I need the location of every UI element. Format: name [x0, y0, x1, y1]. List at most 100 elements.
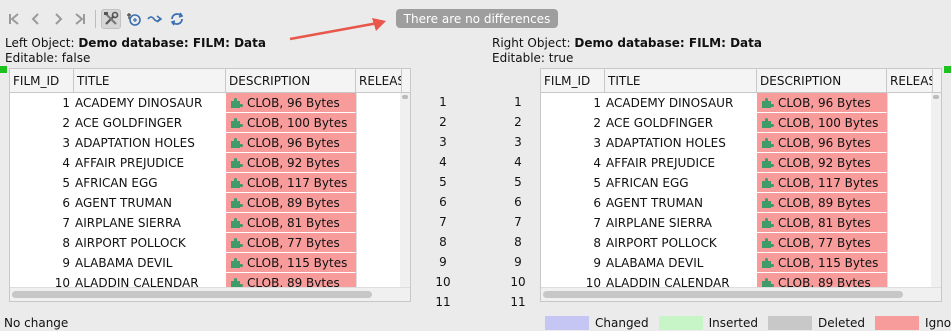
- table-row[interactable]: 10 ALADDIN CALENDAR CLOB, 89 Bytes: [10, 273, 410, 287]
- table-row[interactable]: 1 ACADEMY DINOSAUR CLOB, 96 Bytes: [10, 93, 410, 113]
- description-cell[interactable]: CLOB, 89 Bytes: [757, 193, 887, 213]
- column-header-description[interactable]: DESCRIPTION: [757, 69, 887, 92]
- film-id-cell[interactable]: 7: [10, 213, 74, 233]
- table-row[interactable]: 1 ACADEMY DINOSAUR CLOB, 96 Bytes: [541, 93, 941, 113]
- table-row[interactable]: 7 AIRPLANE SIERRA CLOB, 81 Bytes: [10, 213, 410, 233]
- title-cell[interactable]: AFRICAN EGG: [74, 173, 226, 193]
- film-id-cell[interactable]: 5: [541, 173, 605, 193]
- left-horizontal-scrollbar[interactable]: [10, 287, 410, 301]
- release-cell[interactable]: [887, 93, 933, 113]
- release-cell[interactable]: [356, 113, 402, 133]
- title-cell[interactable]: AIRPLANE SIERRA: [605, 213, 757, 233]
- title-cell[interactable]: ADAPTATION HOLES: [605, 133, 757, 153]
- title-cell[interactable]: AFRICAN EGG: [605, 173, 757, 193]
- description-cell[interactable]: CLOB, 100 Bytes: [757, 113, 887, 133]
- description-cell[interactable]: CLOB, 92 Bytes: [757, 153, 887, 173]
- film-id-cell[interactable]: 9: [541, 253, 605, 273]
- description-cell[interactable]: CLOB, 81 Bytes: [226, 213, 356, 233]
- release-cell[interactable]: [356, 153, 402, 173]
- column-header-film-id[interactable]: FILM_ID: [10, 69, 74, 92]
- first-difference-button[interactable]: [4, 9, 24, 29]
- table-row[interactable]: 4 AFFAIR PREJUDICE CLOB, 92 Bytes: [10, 153, 410, 173]
- description-cell[interactable]: CLOB, 115 Bytes: [757, 253, 887, 273]
- title-cell[interactable]: AIRPLANE SIERRA: [74, 213, 226, 233]
- release-cell[interactable]: [887, 253, 933, 273]
- title-cell[interactable]: AGENT TRUMAN: [74, 193, 226, 213]
- release-cell[interactable]: [887, 193, 933, 213]
- left-data-grid[interactable]: FILM_ID TITLE DESCRIPTION RELEAS 1 ACADEM…: [9, 68, 411, 302]
- title-cell[interactable]: AFFAIR PREJUDICE: [74, 153, 226, 173]
- description-cell[interactable]: CLOB, 115 Bytes: [226, 253, 356, 273]
- title-cell[interactable]: ACADEMY DINOSAUR: [74, 93, 226, 113]
- title-cell[interactable]: AIRPORT POLLOCK: [605, 233, 757, 253]
- description-cell[interactable]: CLOB, 77 Bytes: [757, 233, 887, 253]
- film-id-cell[interactable]: 10: [10, 273, 74, 287]
- title-cell[interactable]: ALABAMA DEVIL: [605, 253, 757, 273]
- description-cell[interactable]: CLOB, 89 Bytes: [226, 273, 356, 287]
- column-header-title[interactable]: TITLE: [74, 69, 226, 92]
- film-id-cell[interactable]: 7: [541, 213, 605, 233]
- film-id-cell[interactable]: 9: [10, 253, 74, 273]
- description-cell[interactable]: CLOB, 100 Bytes: [226, 113, 356, 133]
- table-row[interactable]: 3 ADAPTATION HOLES CLOB, 96 Bytes: [541, 133, 941, 153]
- release-cell[interactable]: [356, 193, 402, 213]
- title-cell[interactable]: ALADDIN CALENDAR: [74, 273, 226, 287]
- table-row[interactable]: 5 AFRICAN EGG CLOB, 117 Bytes: [541, 173, 941, 193]
- description-cell[interactable]: CLOB, 96 Bytes: [757, 93, 887, 113]
- table-row[interactable]: 6 AGENT TRUMAN CLOB, 89 Bytes: [541, 193, 941, 213]
- description-cell[interactable]: CLOB, 81 Bytes: [757, 213, 887, 233]
- description-cell[interactable]: CLOB, 77 Bytes: [226, 233, 356, 253]
- film-id-cell[interactable]: 1: [10, 93, 74, 113]
- refresh-button[interactable]: [167, 9, 187, 29]
- film-id-cell[interactable]: 6: [10, 193, 74, 213]
- release-cell[interactable]: [356, 213, 402, 233]
- last-difference-button[interactable]: [70, 9, 90, 29]
- title-cell[interactable]: ACE GOLDFINGER: [605, 113, 757, 133]
- table-row[interactable]: 7 AIRPLANE SIERRA CLOB, 81 Bytes: [541, 213, 941, 233]
- description-cell[interactable]: CLOB, 96 Bytes: [226, 133, 356, 153]
- next-difference-button[interactable]: [48, 9, 68, 29]
- film-id-cell[interactable]: 5: [10, 173, 74, 193]
- release-cell[interactable]: [887, 153, 933, 173]
- skip-button[interactable]: [145, 9, 165, 29]
- title-cell[interactable]: ALADDIN CALENDAR: [605, 273, 757, 287]
- right-vertical-scrollbar[interactable]: [931, 93, 941, 287]
- release-cell[interactable]: [356, 173, 402, 193]
- film-id-cell[interactable]: 8: [541, 233, 605, 253]
- tools-button[interactable]: [101, 9, 121, 29]
- release-cell[interactable]: [356, 273, 402, 287]
- title-cell[interactable]: ALABAMA DEVIL: [74, 253, 226, 273]
- left-vertical-scroll-thumb[interactable]: [402, 95, 408, 99]
- film-id-cell[interactable]: 10: [541, 273, 605, 287]
- film-id-cell[interactable]: 3: [541, 133, 605, 153]
- release-cell[interactable]: [887, 113, 933, 133]
- release-cell[interactable]: [887, 233, 933, 253]
- column-header-release[interactable]: RELEAS: [356, 69, 402, 92]
- description-cell[interactable]: CLOB, 117 Bytes: [757, 173, 887, 193]
- table-row[interactable]: 3 ADAPTATION HOLES CLOB, 96 Bytes: [10, 133, 410, 153]
- table-row[interactable]: 9 ALABAMA DEVIL CLOB, 115 Bytes: [541, 253, 941, 273]
- description-cell[interactable]: CLOB, 89 Bytes: [226, 193, 356, 213]
- release-cell[interactable]: [356, 133, 402, 153]
- table-row[interactable]: 10 ALADDIN CALENDAR CLOB, 89 Bytes: [541, 273, 941, 287]
- right-horizontal-scrollbar[interactable]: [541, 287, 941, 301]
- release-cell[interactable]: [887, 173, 933, 193]
- title-cell[interactable]: ACADEMY DINOSAUR: [605, 93, 757, 113]
- table-row[interactable]: 9 ALABAMA DEVIL CLOB, 115 Bytes: [10, 253, 410, 273]
- column-header-release[interactable]: RELEAS: [887, 69, 933, 92]
- film-id-cell[interactable]: 3: [10, 133, 74, 153]
- description-cell[interactable]: CLOB, 96 Bytes: [226, 93, 356, 113]
- description-cell[interactable]: CLOB, 96 Bytes: [757, 133, 887, 153]
- title-cell[interactable]: ACE GOLDFINGER: [74, 113, 226, 133]
- right-data-grid[interactable]: FILM_ID TITLE DESCRIPTION RELEAS 1 ACADEM…: [540, 68, 942, 302]
- release-cell[interactable]: [356, 233, 402, 253]
- column-header-film-id[interactable]: FILM_ID: [541, 69, 605, 92]
- release-cell[interactable]: [356, 253, 402, 273]
- film-id-cell[interactable]: 8: [10, 233, 74, 253]
- table-row[interactable]: 5 AFRICAN EGG CLOB, 117 Bytes: [10, 173, 410, 193]
- left-horizontal-scroll-thumb[interactable]: [12, 291, 372, 298]
- release-cell[interactable]: [887, 133, 933, 153]
- table-row[interactable]: 6 AGENT TRUMAN CLOB, 89 Bytes: [10, 193, 410, 213]
- description-cell[interactable]: CLOB, 92 Bytes: [226, 153, 356, 173]
- film-id-cell[interactable]: 1: [541, 93, 605, 113]
